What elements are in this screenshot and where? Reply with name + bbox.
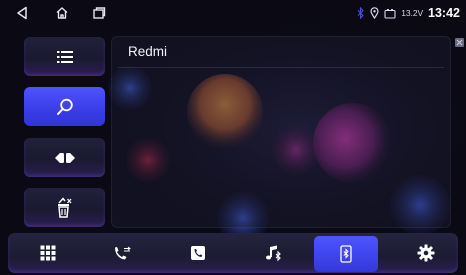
trash-icon — [55, 196, 75, 219]
bluetooth-phone-icon — [340, 245, 352, 263]
clock: 13:42 — [428, 6, 460, 20]
dock-bt-music-button[interactable] — [242, 236, 306, 270]
home-icon[interactable] — [51, 3, 73, 23]
delete-pairing-button[interactable] — [24, 188, 105, 227]
settings-gear-icon — [417, 244, 435, 262]
call-log-icon — [113, 245, 131, 261]
back-icon[interactable] — [11, 3, 33, 23]
close-icon[interactable] — [455, 38, 464, 47]
list-icon — [56, 49, 74, 65]
dock-dialpad-button[interactable] — [16, 236, 80, 270]
paired-device-name[interactable]: Redmi — [128, 44, 167, 59]
dock-settings-button[interactable] — [394, 236, 458, 270]
connect-button[interactable] — [24, 138, 105, 177]
plug-icon — [54, 152, 76, 164]
dock-bt-device-button[interactable] — [314, 236, 378, 272]
contacts-icon — [190, 245, 206, 261]
dock-contacts-button[interactable] — [166, 236, 230, 270]
status-bar: 13.2V 13:42 — [0, 0, 466, 26]
divider — [118, 67, 444, 68]
device-panel — [111, 36, 451, 228]
battery-voltage: 13.2V — [401, 8, 424, 18]
dock-call-log-button[interactable] — [90, 236, 154, 270]
bluetooth-music-icon — [265, 244, 283, 262]
dialpad-icon — [40, 245, 56, 261]
device-list-button[interactable] — [24, 37, 105, 76]
search-devices-button[interactable] — [24, 87, 105, 126]
location-icon — [370, 7, 379, 19]
bluetooth-icon — [357, 7, 365, 19]
recent-apps-icon[interactable] — [88, 3, 110, 23]
battery-icon — [384, 8, 396, 19]
status-indicators: 13.2V 13:42 — [357, 4, 460, 22]
search-icon — [56, 98, 74, 116]
